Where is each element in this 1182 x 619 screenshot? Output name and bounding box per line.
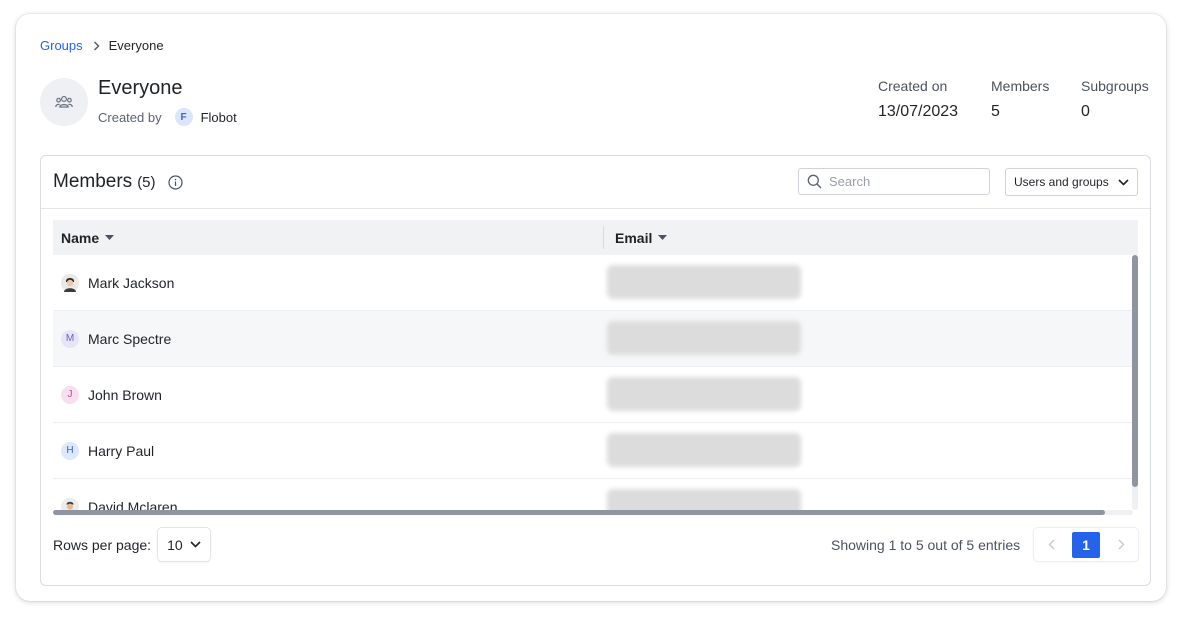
member-name: David Mclaren [88,498,178,511]
name-cell: H Harry Paul [61,423,154,478]
rows-per-page: Rows per page: 10 [53,528,211,561]
rows-per-page-select[interactable]: 10 [158,528,211,561]
breadcrumb: Groups Everyone [40,38,164,53]
stat-value: 0 [1081,103,1090,120]
search-icon [807,174,822,189]
entries-summary: Showing 1 to 5 out of 5 entries [831,537,1021,553]
group-avatar [40,78,88,126]
chevron-right-icon [93,41,100,51]
members-count: (5) [137,173,156,191]
breadcrumb-groups-link[interactable]: Groups [40,38,83,53]
stat-value: 5 [991,103,1000,120]
table-row[interactable]: Mark Jackson [53,255,1133,311]
members-heading: Members [53,171,133,192]
users-group-icon [55,95,73,109]
avatar [61,497,79,510]
column-label: Name [61,229,100,246]
next-page-button[interactable] [1108,532,1134,558]
chevron-down-icon [1118,178,1129,186]
page-button[interactable]: 1 [1072,531,1100,558]
email-cell-redacted [607,265,801,299]
creator-name: Flobot [200,109,237,125]
chevron-right-icon [1118,539,1125,550]
name-cell: David Mclaren [61,479,177,510]
stat-label: Members [991,78,1050,94]
sort-caret-icon [105,235,115,240]
members-panel-header: Members (5) Search Users and groups [41,156,1150,209]
filter-label: Users and groups [1014,175,1109,189]
avatar: M [61,329,79,348]
scrollbar-thumb[interactable] [1132,255,1138,487]
stat-subgroups: Subgroups 0 [1081,78,1149,121]
member-name: Marc Spectre [88,330,172,347]
users-and-groups-dropdown[interactable]: Users and groups [1005,168,1138,196]
search-box[interactable] [798,168,990,195]
prev-page-button[interactable] [1038,532,1064,558]
avatar: J [61,385,79,404]
stat-value: 13/07/2023 [878,103,959,120]
created-by-label: Created by [98,109,162,125]
table-row[interactable]: David Mclaren [53,479,1133,510]
pagination: 1 [1034,528,1138,561]
table-header: Name Email [53,220,1138,255]
info-icon[interactable] [167,174,183,190]
column-divider [603,226,604,249]
rows-per-page-label: Rows per page: [53,536,152,553]
email-cell-redacted [607,321,801,355]
table-row[interactable]: H Harry Paul [53,423,1133,479]
members-title: Members (5) [53,171,183,193]
member-name: Mark Jackson [88,274,175,291]
search-input[interactable] [829,174,979,189]
table-row[interactable]: J John Brown [53,367,1133,423]
member-name: John Brown [88,386,162,403]
rows-per-page-value: 10 [167,536,183,553]
avatar [61,273,79,292]
creator-avatar: F [174,108,193,126]
email-cell-redacted [607,377,801,411]
created-by: Created by F Flobot [98,108,237,126]
email-cell-redacted [607,433,801,467]
horizontal-scrollbar[interactable] [53,510,1133,515]
stat-created-on: Created on 13/07/2023 [878,78,958,121]
email-cell-redacted [607,489,801,510]
column-label: Email [615,229,653,246]
name-cell: M Marc Spectre [61,311,171,366]
stat-label: Created on [878,78,948,94]
sort-caret-icon [658,235,668,240]
column-header-email[interactable]: Email [615,220,668,255]
group-details-card: Groups Everyone Everyone Created by F Fl… [16,14,1166,601]
group-title: Everyone [98,77,183,99]
stat-members: Members 5 [991,78,1049,121]
column-header-name[interactable]: Name [61,220,115,255]
members-table-body: Mark Jackson M Marc Spectre J John Brown [53,255,1133,510]
chevron-left-icon [1048,539,1055,550]
members-panel: Members (5) Search Users and groups Name… [40,155,1151,586]
breadcrumb-current: Everyone [108,38,164,53]
stat-label: Subgroups [1081,78,1149,94]
scrollbar-thumb[interactable] [53,510,1105,515]
name-cell: J John Brown [61,367,162,422]
avatar: H [61,441,79,460]
chevron-down-icon [190,541,201,548]
table-row[interactable]: M Marc Spectre [53,311,1133,367]
vertical-scrollbar[interactable] [1132,255,1138,510]
member-name: Harry Paul [88,442,155,459]
name-cell: Mark Jackson [61,255,174,310]
